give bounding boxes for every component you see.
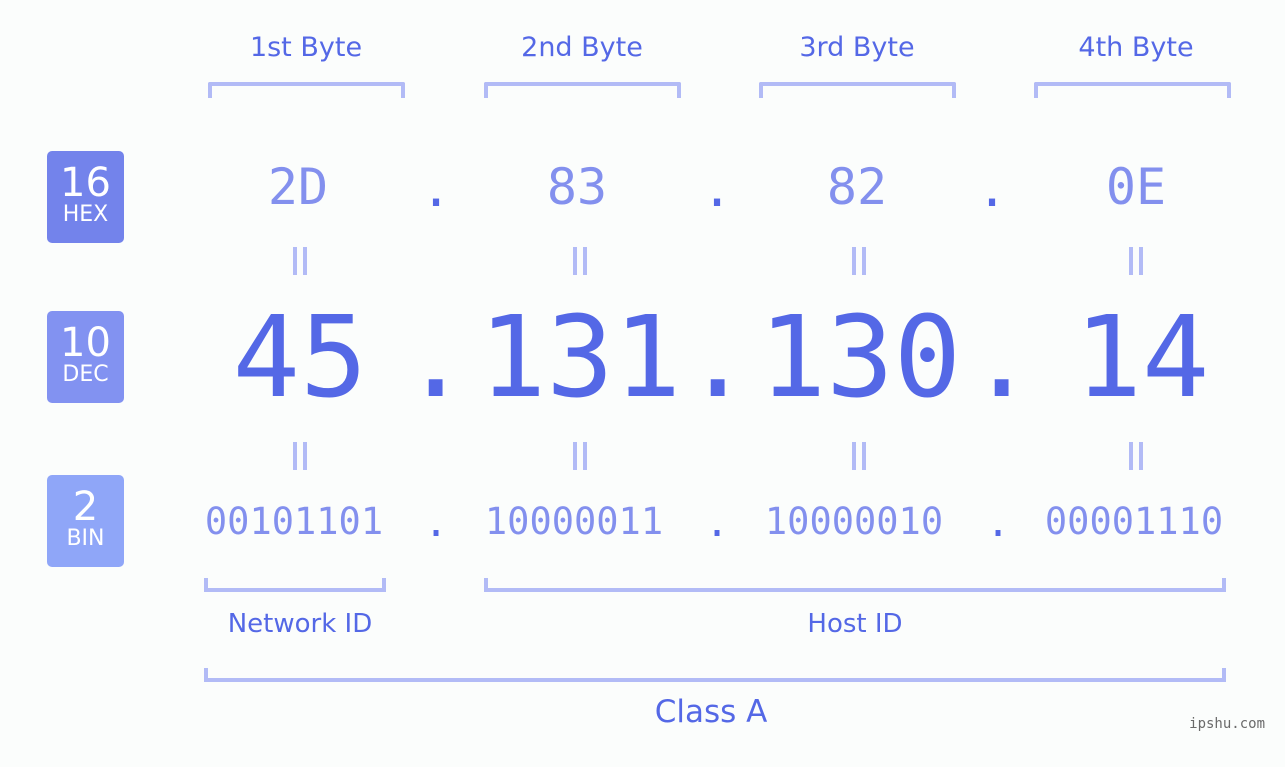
dec-base-label: DEC	[62, 362, 109, 387]
hex-byte-4: 0E	[1105, 158, 1167, 216]
bin-byte-2: 10000011	[484, 500, 664, 543]
hex-base-number: 16	[60, 160, 111, 206]
equals-icon	[1116, 247, 1156, 275]
host-id-label: Host ID	[807, 609, 903, 639]
hex-dot-3: .	[976, 160, 1008, 218]
watermark: ipshu.com	[1189, 716, 1265, 732]
byte-header-3: 3rd Byte	[799, 32, 915, 63]
equals-icon	[1116, 442, 1156, 470]
byte-bracket-3	[759, 82, 956, 98]
hex-byte-1: 2D	[267, 158, 329, 216]
dec-badge: 10 DEC	[47, 311, 124, 403]
equals-icon	[280, 247, 320, 275]
equals-icon	[839, 247, 879, 275]
bin-byte-1: 00101101	[204, 500, 384, 543]
class-bracket	[204, 668, 1226, 682]
byte-bracket-1	[208, 82, 405, 98]
byte-bracket-4	[1034, 82, 1231, 98]
class-label: Class A	[654, 694, 768, 730]
equals-icon	[560, 247, 600, 275]
byte-header-4: 4th Byte	[1078, 32, 1194, 63]
hex-byte-3: 82	[826, 158, 888, 216]
bin-base-label: BIN	[66, 526, 105, 551]
dec-byte-4: 14	[1074, 293, 1210, 423]
bin-badge: 2 BIN	[47, 475, 124, 567]
byte-header-1: 1st Byte	[249, 32, 363, 63]
dec-base-number: 10	[60, 320, 111, 366]
equals-icon	[839, 442, 879, 470]
hex-badge: 16 HEX	[47, 151, 124, 243]
bin-byte-4: 00001110	[1044, 500, 1224, 543]
hex-byte-2: 83	[546, 158, 608, 216]
host-id-bracket	[484, 578, 1226, 592]
dec-byte-1: 45	[232, 293, 368, 423]
bin-base-number: 2	[72, 484, 99, 530]
hex-dot-1: .	[420, 160, 452, 218]
dec-byte-3: 130	[758, 293, 962, 423]
byte-bracket-2	[484, 82, 681, 98]
bin-byte-3: 10000010	[764, 500, 944, 543]
hex-base-label: HEX	[62, 202, 109, 227]
dec-byte-2: 131	[478, 293, 682, 423]
network-id-bracket	[204, 578, 386, 592]
equals-icon	[560, 442, 600, 470]
equals-icon	[280, 442, 320, 470]
network-id-label: Network ID	[227, 609, 373, 639]
hex-dot-2: .	[701, 160, 733, 218]
byte-header-2: 2nd Byte	[521, 32, 643, 63]
